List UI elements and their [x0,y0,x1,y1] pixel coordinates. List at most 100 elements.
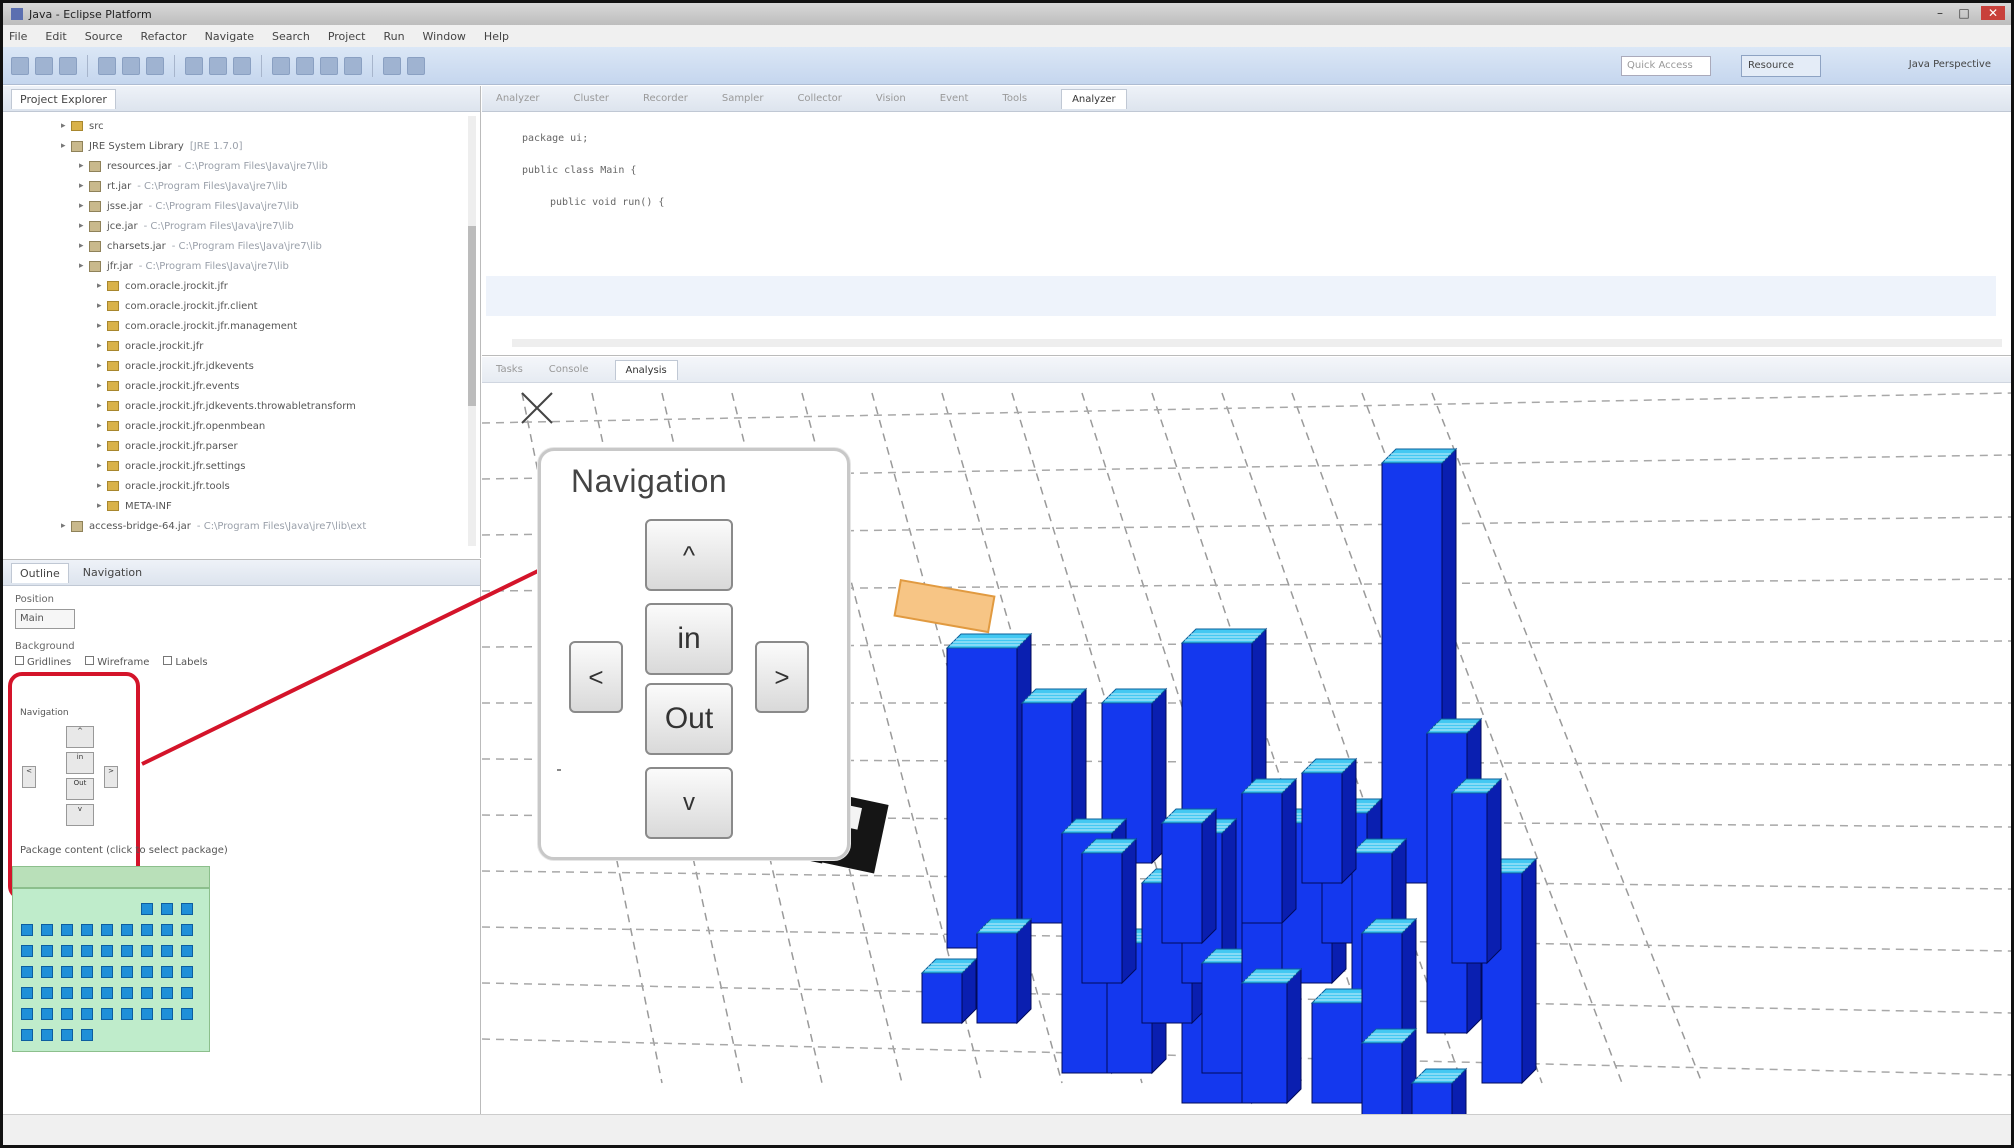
package-cell[interactable] [81,987,93,999]
expand-arrow-icon[interactable]: ▸ [79,221,89,231]
package-cell[interactable] [41,945,53,957]
tree-item[interactable]: ▸ oracle.jrockit.jfr.parser [13,436,480,456]
package-cell[interactable] [101,966,113,978]
forward-icon[interactable] [407,56,425,75]
package-cell[interactable] [121,1008,133,1020]
menu-window[interactable]: Window [423,30,466,43]
expand-arrow-icon[interactable]: ▸ [97,361,107,371]
expand-arrow-icon[interactable]: ▸ [79,241,89,251]
menu-help[interactable]: Help [484,30,509,43]
expand-arrow-icon[interactable]: ▸ [97,341,107,351]
package-cell[interactable] [81,1029,93,1041]
package-cell[interactable] [161,903,173,915]
expand-arrow-icon[interactable]: ▸ [97,421,107,431]
package-cell[interactable] [41,987,53,999]
expand-arrow-icon[interactable]: ▸ [79,201,89,211]
editor-tab[interactable]: Event [940,93,969,104]
package-cell[interactable] [121,966,133,978]
navigate-down-button[interactable]: v [645,767,733,839]
perspective-java-button[interactable]: Java Perspective [1909,59,1991,70]
package-cell[interactable] [141,987,153,999]
package-cell[interactable] [141,903,153,915]
tree-item[interactable]: ▸ resources.jar - C:\Program Files\Java\jr… [13,156,480,176]
editor-tab[interactable]: Recorder [643,93,688,104]
navigate-right-button[interactable]: > [755,641,809,713]
package-cell[interactable] [61,1008,73,1020]
run-icon[interactable] [122,56,140,75]
labels-checkbox[interactable]: Labels [163,656,208,668]
expand-arrow-icon[interactable]: ▸ [97,501,107,511]
package-cell[interactable] [61,945,73,957]
package-cell[interactable] [181,987,193,999]
tree-item[interactable]: ▸ oracle.jrockit.jfr.settings [13,456,480,476]
package-cell[interactable] [21,945,33,957]
package-cell[interactable] [121,987,133,999]
expand-arrow-icon[interactable]: ▸ [97,321,107,331]
package-cell[interactable] [141,966,153,978]
package-cell[interactable] [41,924,53,936]
package-cell[interactable] [41,1008,53,1020]
package-cell[interactable] [181,903,193,915]
tab-console[interactable]: Console [549,364,589,375]
tree-item[interactable]: ▸ META-INF [13,496,480,516]
tree-item[interactable]: ▸ oracle.jrockit.jfr.tools [13,476,480,496]
expand-arrow-icon[interactable]: ▸ [79,181,89,191]
zoom-out-button[interactable]: Out [645,683,733,755]
menu-file[interactable]: File [9,30,27,43]
tree-item[interactable]: ▸ jsse.jar - C:\Program Files\Java\jre7\li… [13,196,480,216]
close-icon[interactable]: ✕ [1981,6,2005,20]
search-icon[interactable] [296,56,314,75]
new-icon[interactable] [11,56,29,75]
expand-arrow-icon[interactable]: ▸ [97,301,107,311]
package-cell[interactable] [61,924,73,936]
package-cell[interactable] [181,924,193,936]
expand-arrow-icon[interactable]: ▸ [97,481,107,491]
package-cell[interactable] [41,1029,53,1041]
expand-arrow-icon[interactable]: ▸ [97,461,107,471]
tab-project-explorer[interactable]: Project Explorer [11,88,116,109]
save-icon[interactable] [35,56,53,75]
expand-arrow-icon[interactable]: ▸ [97,381,107,391]
package-cell[interactable] [161,945,173,957]
expand-arrow-icon[interactable]: ▸ [97,441,107,451]
package-cell[interactable] [61,987,73,999]
tree-item[interactable]: ▸ jfr.jar - C:\Program Files\Java\jre7\lib [13,256,480,276]
package-cell[interactable] [21,966,33,978]
menu-source[interactable]: Source [85,30,123,43]
tree-item[interactable]: ▸ charsets.jar - C:\Program Files\Java\jre… [13,236,480,256]
tab-outline[interactable]: Outline [11,562,69,583]
wireframe-checkbox[interactable]: Wireframe [85,656,149,668]
tree-item[interactable]: ▸ rt.jar - C:\Program Files\Java\jre7\lib [13,176,480,196]
expand-arrow-icon[interactable]: ▸ [61,521,71,531]
package-cell[interactable] [181,1008,193,1020]
perspective-resource-button[interactable]: Resource [1741,55,1821,77]
package-cell[interactable] [141,945,153,957]
annotation-next-icon[interactable] [320,56,338,75]
package-cell[interactable] [141,1008,153,1020]
editor-tab[interactable]: Collector [797,93,841,104]
menu-run[interactable]: Run [383,30,404,43]
package-cell[interactable] [181,966,193,978]
navigate-left-button[interactable]: < [569,641,623,713]
vertical-scrollbar[interactable] [468,116,476,546]
new-java-project-icon[interactable] [185,56,203,75]
package-cell[interactable] [61,966,73,978]
tab-tasks[interactable]: Tasks [496,364,523,375]
package-cell[interactable] [21,924,33,936]
tab-analysis[interactable]: Analysis [614,359,678,380]
tree-item[interactable]: ▸ com.oracle.jrockit.jfr [13,276,480,296]
package-cell[interactable] [121,945,133,957]
menu-refactor[interactable]: Refactor [141,30,187,43]
package-cell[interactable] [101,924,113,936]
tree-item[interactable]: ▸ oracle.jrockit.jfr.jdkevents.throwablet… [13,396,480,416]
new-class-icon[interactable] [233,56,251,75]
back-icon[interactable] [383,56,401,75]
navigate-up-button[interactable]: ^ [645,519,733,591]
expand-arrow-icon[interactable]: ▸ [97,401,107,411]
tree-item[interactable]: ▸ JRE System Library [JRE 1.7.0] [13,136,480,156]
tree-item[interactable]: ▸ access-bridge-64.jar - C:\Program Files\… [13,516,480,536]
menu-project[interactable]: Project [328,30,366,43]
package-cell[interactable] [161,966,173,978]
tree-item[interactable]: ▸ oracle.jrockit.jfr [13,336,480,356]
package-cell[interactable] [141,924,153,936]
